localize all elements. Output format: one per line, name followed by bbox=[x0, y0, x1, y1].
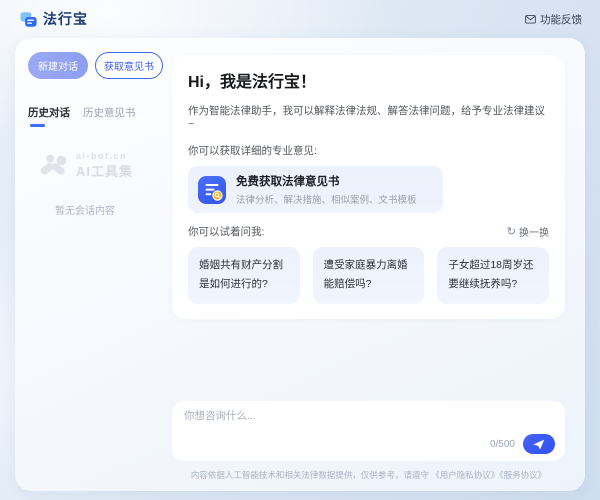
active-tab-underline bbox=[30, 124, 45, 127]
opinion-intro-text: 你可以获取详细的专业意见: bbox=[188, 143, 549, 158]
aibot-logo-icon bbox=[37, 152, 71, 180]
empty-conversation-text: 暂无会话内容 bbox=[28, 202, 142, 217]
message-input[interactable] bbox=[184, 408, 555, 434]
feedback-label: 功能反馈 bbox=[540, 12, 582, 27]
new-chat-button[interactable]: 新建对话 bbox=[28, 52, 88, 79]
tab-history-opinions-label: 历史意见书 bbox=[83, 107, 136, 119]
app-logo[interactable]: 法行宝 bbox=[20, 9, 88, 29]
watermark: ai-bot.cn AI工具集 bbox=[28, 151, 142, 180]
disclaimer-text: 内容依据人工智能技术和相关法律数据提供，仅供参考，请遵守 bbox=[191, 470, 431, 480]
opinion-card-text: 免费获取法律意见书 法律分析、解决措施、相似案例、文书模板 bbox=[236, 173, 417, 206]
tab-history-opinions[interactable]: 历史意见书 bbox=[83, 105, 136, 127]
question-card-1[interactable]: 婚姻共有财产分割是如何进行的? bbox=[188, 247, 300, 304]
watermark-name: AI工具集 bbox=[76, 161, 133, 180]
legal-document-icon bbox=[198, 176, 226, 204]
refresh-label: 换一换 bbox=[519, 224, 549, 239]
tab-history-chats[interactable]: 历史对话 bbox=[28, 105, 70, 127]
opinion-card-title: 免费获取法律意见书 bbox=[236, 173, 417, 189]
greeting-title: Hi，我是法行宝！ bbox=[188, 68, 549, 92]
suggested-questions: 婚姻共有财产分割是如何进行的? 遭受家庭暴力离婚能赔偿吗? 子女超过18周岁还要… bbox=[188, 247, 549, 304]
refresh-questions-button[interactable]: ↻ 换一换 bbox=[507, 224, 549, 239]
envelope-icon bbox=[525, 15, 536, 24]
char-counter: 0/500 bbox=[490, 439, 515, 450]
free-opinion-card[interactable]: 免费获取法律意见书 法律分析、解决措施、相似案例、文书模板 bbox=[188, 166, 443, 213]
privacy-policy-link[interactable]: 《用户隐私协议》 bbox=[431, 470, 499, 480]
send-button[interactable] bbox=[523, 434, 555, 454]
chat-area: Hi，我是法行宝！ 作为智能法律助手，我可以解释法律法规、解答法律问题，给予专业… bbox=[150, 38, 585, 491]
message-composer: 0/500 bbox=[172, 401, 565, 461]
footer-disclaimer: 内容依据人工智能技术和相关法律数据提供，仅供参考，请遵守 《用户隐私协议》《服务… bbox=[172, 469, 565, 481]
history-tabs: 历史对话 历史意见书 bbox=[28, 105, 142, 127]
greeting-card: Hi，我是法行宝！ 作为智能法律助手，我可以解释法律法规、解答法律问题，给予专业… bbox=[172, 55, 565, 319]
page: 法行宝 功能反馈 新建对话 获取意见书 历史对话 bbox=[0, 0, 600, 500]
suggest-intro-text: 你可以试着问我: bbox=[188, 224, 264, 239]
greeting-description: 作为智能法律助手，我可以解释法律法规、解答法律问题，给予专业法律建议~ bbox=[188, 103, 549, 130]
composer-bottom-bar: 0/500 bbox=[184, 434, 555, 454]
feedback-button[interactable]: 功能反馈 bbox=[525, 12, 582, 27]
watermark-url: ai-bot.cn bbox=[76, 151, 133, 161]
opinion-card-subtitle: 法律分析、解决措施、相似案例、文书模板 bbox=[236, 192, 417, 206]
suggestions-header: 你可以试着问我: ↻ 换一换 bbox=[188, 224, 549, 239]
watermark-text: ai-bot.cn AI工具集 bbox=[76, 151, 133, 180]
logo-title: 法行宝 bbox=[43, 9, 88, 29]
sidebar: 新建对话 获取意见书 历史对话 历史意见书 bbox=[15, 38, 150, 491]
question-card-2[interactable]: 遭受家庭暴力离婚能赔偿吗? bbox=[313, 247, 425, 304]
logo-icon bbox=[20, 11, 37, 28]
send-icon bbox=[533, 439, 545, 450]
app-header: 法行宝 功能反馈 bbox=[0, 0, 600, 38]
terms-of-service-link[interactable]: 《服务协议》 bbox=[499, 470, 546, 480]
main-panel: 新建对话 获取意见书 历史对话 历史意见书 bbox=[15, 38, 585, 491]
tab-history-chats-label: 历史对话 bbox=[28, 107, 70, 119]
sidebar-actions: 新建对话 获取意见书 bbox=[28, 52, 142, 79]
question-card-3[interactable]: 子女超过18周岁还要继续抚养吗? bbox=[437, 247, 549, 304]
conversation-empty-space bbox=[172, 319, 565, 401]
refresh-icon: ↻ bbox=[507, 225, 516, 238]
